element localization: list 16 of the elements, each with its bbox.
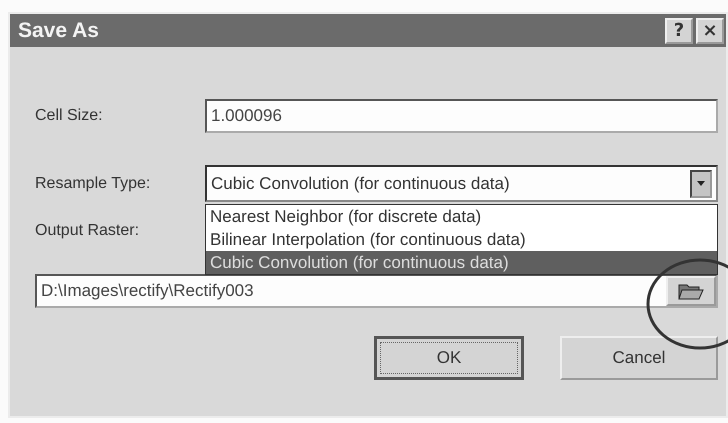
resample-type-dropdown[interactable]: Cubic Convolution (for continuous data) xyxy=(205,165,718,202)
cancel-button[interactable]: Cancel xyxy=(560,336,718,380)
field-label: Cell Size: xyxy=(35,107,104,125)
dropdown-arrow-button[interactable] xyxy=(690,170,712,198)
browse-button[interactable] xyxy=(666,276,716,306)
help-button[interactable]: ? xyxy=(665,18,693,44)
cell-size-field[interactable]: 1.000096 xyxy=(205,99,718,133)
ok-button[interactable]: OK xyxy=(374,336,524,380)
output-raster-field[interactable]: D:\Images\rectify\Rectify003 xyxy=(35,274,718,308)
dropdown-option[interactable]: Cubic Convolution (for continuous data) xyxy=(206,251,717,274)
folder-icon xyxy=(678,282,704,300)
caret-icon xyxy=(697,181,705,186)
field-label: Resample Type: xyxy=(35,174,152,192)
close-button[interactable]: × xyxy=(696,18,724,44)
window-title: Save As xyxy=(18,18,99,42)
field-label: Output Raster: xyxy=(35,222,140,240)
